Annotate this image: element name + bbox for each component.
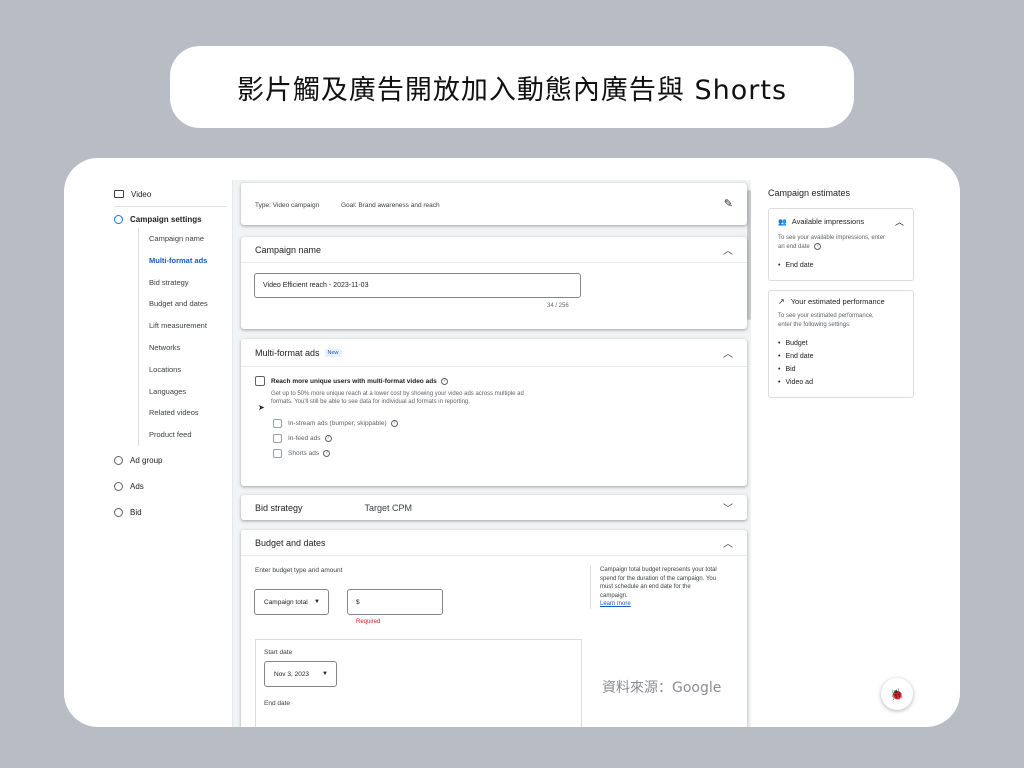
campaign-goal: Goal: Brand awareness and reach (341, 202, 440, 209)
list-item: Budget (778, 337, 904, 350)
chevron-up-icon[interactable]: ︿ (723, 535, 733, 550)
list-item: End date (778, 350, 904, 363)
start-date-dropdown[interactable]: Nov 3, 2023 ▼ (264, 661, 337, 687)
new-badge: New (324, 348, 342, 357)
nav-item-bid[interactable]: Bid (114, 506, 226, 520)
learn-more-link[interactable]: Learn more (600, 600, 740, 609)
nav-sub-bid-strategy[interactable]: Bid strategy (149, 272, 226, 294)
nav-sub-related-videos[interactable]: Related videos (149, 402, 226, 424)
dropdown-arrow-icon: ▼ (322, 671, 328, 677)
multi-format-description: Get up to 50% more unique reach at a low… (271, 391, 524, 405)
step-circle-icon (114, 508, 123, 518)
list-item: End date (778, 259, 904, 272)
multi-format-panel: Multi-format ads New ︿ Reach more unique… (241, 339, 747, 486)
required-error: Required (356, 619, 381, 625)
main-content: Type: Video campaign Goal: Brand awarene… (232, 180, 751, 727)
chevron-up-icon[interactable]: ︿ (723, 242, 733, 257)
multi-format-header[interactable]: Multi-format ads New ︿ (241, 339, 747, 367)
nav-divider (114, 206, 226, 207)
performance-description: To see your estimated performance, enter… (778, 313, 874, 329)
bug-report-icon[interactable]: 🐞 (881, 678, 913, 710)
impressions-requirements: End date (778, 259, 904, 272)
nav-item-ads[interactable]: Ads (114, 480, 226, 494)
available-impressions-box: 👥 Available impressions ︿ To see your av… (768, 208, 914, 282)
page-title: 影片觸及廣告開放加入動態內廣告與 Shorts (170, 46, 854, 128)
nav-sub-locations[interactable]: Locations (149, 359, 226, 381)
nav-item-campaign-settings[interactable]: Campaign settings (114, 213, 226, 225)
screenshot-card: Video Campaign settings Campaign name Mu… (64, 158, 960, 727)
estimates-title: Campaign estimates (768, 188, 851, 198)
budget-info: Campaign total budget represents your to… (590, 566, 740, 609)
dates-box: Start date Nov 3, 2023 ▼ End date (255, 639, 582, 727)
budget-panel: Budget and dates ︿ Enter budget type and… (241, 530, 747, 727)
campaign-type: Type: Video campaign (255, 202, 320, 209)
nav-sub-lift-measurement[interactable]: Lift measurement (149, 315, 226, 337)
nav-sub-budget-and-dates[interactable]: Budget and dates (149, 293, 226, 315)
bid-strategy-header[interactable]: Bid strategy Target CPM ﹀ (241, 495, 747, 520)
option-in-feed[interactable]: In-feed ads ? (273, 434, 332, 443)
nav-sub-languages[interactable]: Languages (149, 381, 226, 403)
end-date-label: End date (264, 700, 291, 707)
budget-type-dropdown[interactable]: Campaign total ▼ (254, 589, 329, 615)
nav-item-ad-group[interactable]: Ad group (114, 454, 226, 468)
chevron-up-icon[interactable]: ︿ (895, 215, 904, 228)
help-icon[interactable]: ? (813, 243, 821, 250)
left-nav: Video Campaign settings Campaign name Mu… (114, 188, 226, 532)
step-circle-icon (114, 482, 123, 492)
start-date-label: Start date (264, 649, 293, 656)
nav-sub-list: Campaign name Multi-format ads Bid strat… (138, 228, 226, 446)
source-caption: 資料來源：Google (602, 680, 722, 696)
nav-item-video[interactable]: Video (114, 188, 226, 200)
budget-amount-input[interactable]: $ (347, 589, 443, 615)
performance-requirements: Budget End date Bid Video ad (778, 337, 904, 389)
step-circle-icon (114, 456, 123, 466)
bid-strategy-value: Target CPM (364, 502, 413, 513)
list-item: Bid (778, 363, 904, 376)
option-in-stream[interactable]: In-stream ads (bumper, skippable) ? (273, 419, 398, 428)
campaign-name-panel: Campaign name ︿ Video Efficient reach - … (241, 237, 747, 329)
chevron-down-icon[interactable]: ﹀ (723, 500, 733, 515)
multi-format-checkbox-row[interactable]: Reach more unique users with multi-forma… (255, 376, 448, 386)
in-stream-checkbox[interactable] (273, 419, 282, 428)
dropdown-arrow-icon: ▼ (314, 599, 320, 605)
campaign-estimates: Campaign estimates 👥 Available impressio… (768, 188, 914, 407)
option-shorts[interactable]: Shorts ads ? (273, 449, 331, 458)
help-icon[interactable]: ? (390, 420, 398, 427)
estimated-performance-header: ↗ Your estimated performance (778, 297, 885, 307)
trending-up-icon: ↗ (778, 297, 785, 307)
impressions-description: To see your available impressions, enter… (778, 235, 886, 251)
nav-sub-networks[interactable]: Networks (149, 337, 226, 359)
cursor-icon: ➤ (258, 403, 265, 412)
in-feed-checkbox[interactable] (273, 434, 282, 443)
help-icon[interactable]: ? (324, 435, 332, 442)
people-icon: 👥 (778, 218, 787, 226)
budget-header[interactable]: Budget and dates ︿ (241, 530, 747, 556)
estimated-performance-box: ↗ Your estimated performance To see your… (768, 290, 914, 399)
char-counter: 34 / 256 (547, 303, 569, 309)
title-text: 影片觸及廣告開放加入動態內廣告與 Shorts (236, 74, 788, 106)
video-icon (114, 190, 124, 198)
scrollbar[interactable] (747, 190, 751, 320)
help-icon[interactable]: ? (440, 377, 448, 385)
summary-panel: Type: Video campaign Goal: Brand awarene… (241, 183, 747, 225)
available-impressions-header[interactable]: 👥 Available impressions ︿ (778, 215, 904, 228)
chevron-up-icon[interactable]: ︿ (723, 345, 733, 360)
step-circle-icon (114, 214, 123, 224)
nav-sub-campaign-name[interactable]: Campaign name (149, 228, 226, 250)
shorts-checkbox[interactable] (273, 449, 282, 458)
nav-sub-multi-format-ads[interactable]: Multi-format ads (149, 250, 226, 272)
help-icon[interactable]: ? (323, 450, 331, 457)
budget-prompt: Enter budget type and amount (255, 567, 343, 574)
multi-format-checkbox[interactable] (255, 376, 265, 386)
nav-sub-product-feed[interactable]: Product feed (149, 424, 226, 446)
nav-lower: Ad group Ads Bid (114, 454, 226, 520)
campaign-name-input[interactable]: Video Efficient reach - 2023-11-03 (254, 273, 581, 298)
campaign-name-header[interactable]: Campaign name ︿ (241, 237, 747, 263)
bid-strategy-panel[interactable]: Bid strategy Target CPM ﹀ (241, 495, 747, 520)
edit-icon[interactable]: ✎ (724, 197, 733, 210)
list-item: Video ad (778, 376, 904, 389)
